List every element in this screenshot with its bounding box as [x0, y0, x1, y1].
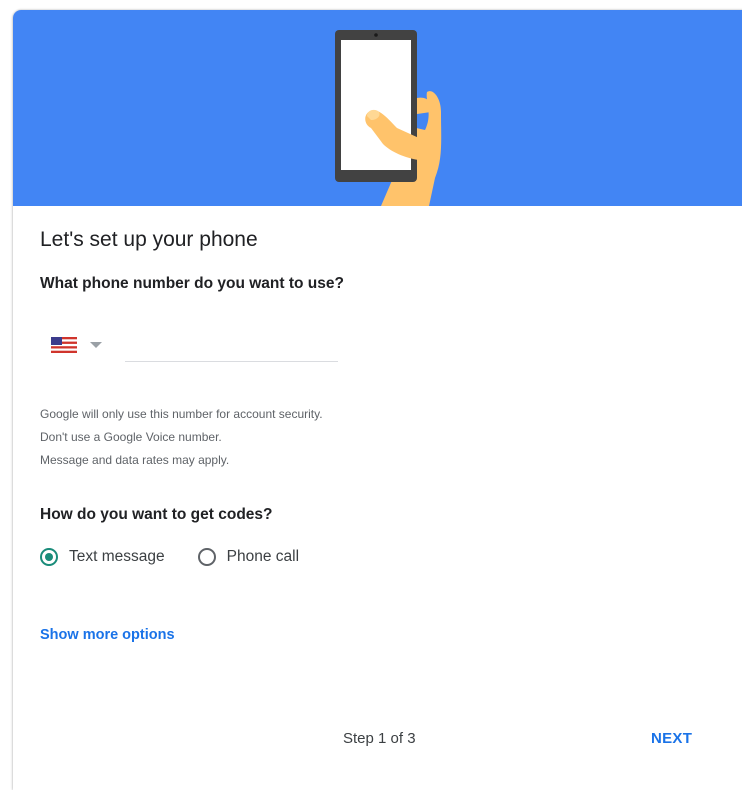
codes-method-radio-group: Text message Phone call: [40, 548, 299, 566]
phone-number-input[interactable]: [125, 339, 338, 362]
phone-call-option[interactable]: Phone call: [197, 548, 299, 566]
google-voice-note: Don't use a Google Voice number.: [40, 430, 222, 444]
security-note: Google will only use this number for acc…: [40, 407, 323, 421]
setup-card: Let's set up your phone What phone numbe…: [13, 10, 742, 790]
codes-method-question: How do you want to get codes?: [40, 506, 273, 523]
step-indicator: Step 1 of 3: [343, 730, 416, 747]
phone-call-radio[interactable]: [197, 548, 216, 566]
header-banner: [13, 10, 742, 206]
text-message-radio[interactable]: [40, 548, 58, 566]
page-title: Let's set up your phone: [40, 228, 258, 251]
data-rates-note: Message and data rates may apply.: [40, 453, 230, 467]
country-code-dropdown[interactable]: [51, 335, 111, 355]
text-message-label[interactable]: Text message: [69, 548, 165, 566]
text-message-option[interactable]: Text message: [40, 548, 165, 566]
next-button[interactable]: NEXT: [649, 726, 694, 751]
show-more-options-link[interactable]: Show more options: [40, 627, 175, 643]
phone-call-label[interactable]: Phone call: [227, 548, 299, 566]
chevron-down-icon: [90, 342, 102, 348]
phone-usage-notes: Google will only use this number for acc…: [40, 403, 323, 472]
hand-holding-phone-icon: [335, 30, 442, 206]
phone-number-question: What phone number do you want to use?: [40, 275, 344, 292]
us-flag-icon: [51, 337, 77, 353]
